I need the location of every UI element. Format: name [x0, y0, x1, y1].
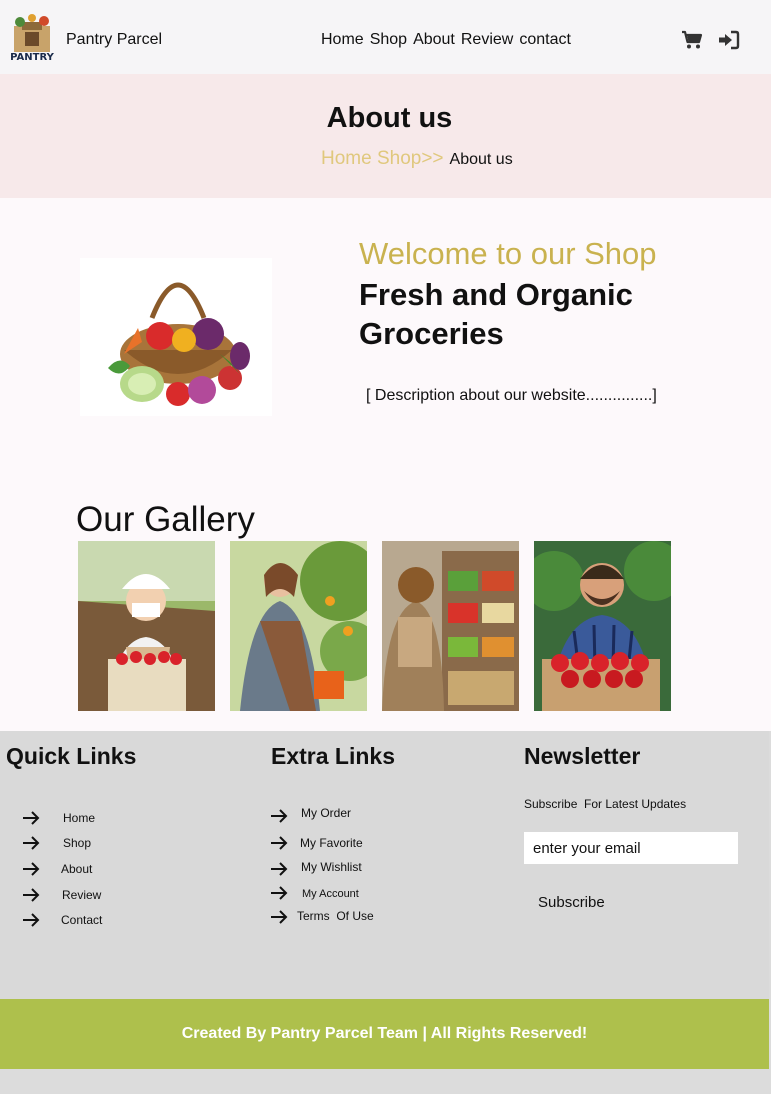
farmer-with-strawberries-photo[interactable]: [78, 541, 215, 711]
extra-link-my-account[interactable]: My Account: [270, 881, 374, 905]
extra-link-terms[interactable]: Terms Of Use: [270, 905, 374, 929]
arrow-right-icon: [23, 887, 40, 902]
newsletter-title: Newsletter: [524, 743, 641, 769]
login-icon[interactable]: [718, 30, 740, 50]
photo-gallery: [78, 541, 671, 711]
page-title: About us: [326, 102, 453, 134]
arrow-right-icon: [271, 910, 288, 924]
nav-shop[interactable]: Shop: [370, 31, 407, 49]
extra-links-list: My Order My Favorite My Wishlist My Acco…: [270, 802, 374, 929]
welcome-heading: Welcome to our Shop: [359, 236, 657, 271]
extra-link-my-favorite[interactable]: My Favorite: [270, 829, 374, 856]
main-nav: Home Shop About Review contact: [321, 31, 577, 49]
site-footer: Quick Links Home Shop About Review Conta…: [0, 731, 769, 999]
quick-link-contact[interactable]: Contact: [22, 907, 102, 932]
woman-at-produce-stand-photo[interactable]: [382, 541, 519, 711]
website-description: [ Description about our website.........…: [366, 387, 657, 404]
quick-link-about[interactable]: About: [22, 856, 102, 882]
newsletter-label: Subscribe For Latest Updates: [524, 797, 687, 811]
page-bottom-strip: [0, 1069, 769, 1094]
arrow-right-icon: [23, 862, 40, 876]
quick-link-shop[interactable]: Shop: [22, 830, 102, 856]
email-input[interactable]: [524, 832, 738, 864]
vegetable-basket-image: [80, 258, 272, 416]
copyright-bar: Created By Pantry Parcel Team | All Righ…: [0, 999, 769, 1069]
extra-link-my-wishlist[interactable]: My Wishlist: [270, 856, 374, 881]
quick-links-list: Home Shop About Review Contact: [22, 805, 102, 932]
gardener-picking-oranges-photo[interactable]: [230, 541, 367, 711]
brand-name[interactable]: Pantry Parcel: [66, 31, 162, 49]
copyright-text: Created By Pantry Parcel Team | All Righ…: [181, 1025, 588, 1042]
nav-review[interactable]: Review: [461, 31, 513, 49]
arrow-right-icon: [271, 835, 288, 850]
breadcrumb: Home Shop>> About us: [321, 148, 513, 170]
pantry-parcel-logo[interactable]: PANTRY: [8, 12, 56, 64]
arrow-right-icon: [271, 808, 288, 823]
quick-link-home[interactable]: Home: [22, 805, 102, 830]
man-with-tomato-crate-photo[interactable]: [534, 541, 671, 711]
quick-links-title: Quick Links: [6, 743, 137, 769]
extra-links-title: Extra Links: [271, 743, 395, 769]
arrow-right-icon: [23, 912, 40, 927]
svg-text:PANTRY: PANTRY: [10, 52, 54, 63]
subscribe-button[interactable]: Subscribe: [538, 894, 605, 911]
cart-icon[interactable]: [681, 30, 703, 50]
arrow-right-icon: [271, 861, 288, 876]
nav-contact[interactable]: contact: [519, 31, 571, 49]
site-header: PANTRY Pantry Parcel Home Shop About Rev…: [0, 0, 771, 74]
nav-home[interactable]: Home: [321, 31, 364, 49]
extra-link-my-order[interactable]: My Order: [270, 802, 374, 829]
arrow-right-icon: [23, 810, 40, 825]
nav-about[interactable]: About: [413, 31, 455, 49]
arrow-right-icon: [23, 836, 40, 850]
quick-link-review[interactable]: Review: [22, 882, 102, 907]
breadcrumb-link[interactable]: Home Shop>>: [321, 148, 444, 169]
about-section: Welcome to our Shop Fresh and Organic Gr…: [0, 198, 771, 731]
breadcrumb-current: About us: [449, 151, 513, 168]
arrow-right-icon: [271, 886, 288, 900]
headline: Fresh and Organic Groceries: [359, 277, 633, 351]
gallery-title: Our Gallery: [76, 500, 255, 539]
page-hero: About us Home Shop>> About us: [0, 74, 771, 198]
